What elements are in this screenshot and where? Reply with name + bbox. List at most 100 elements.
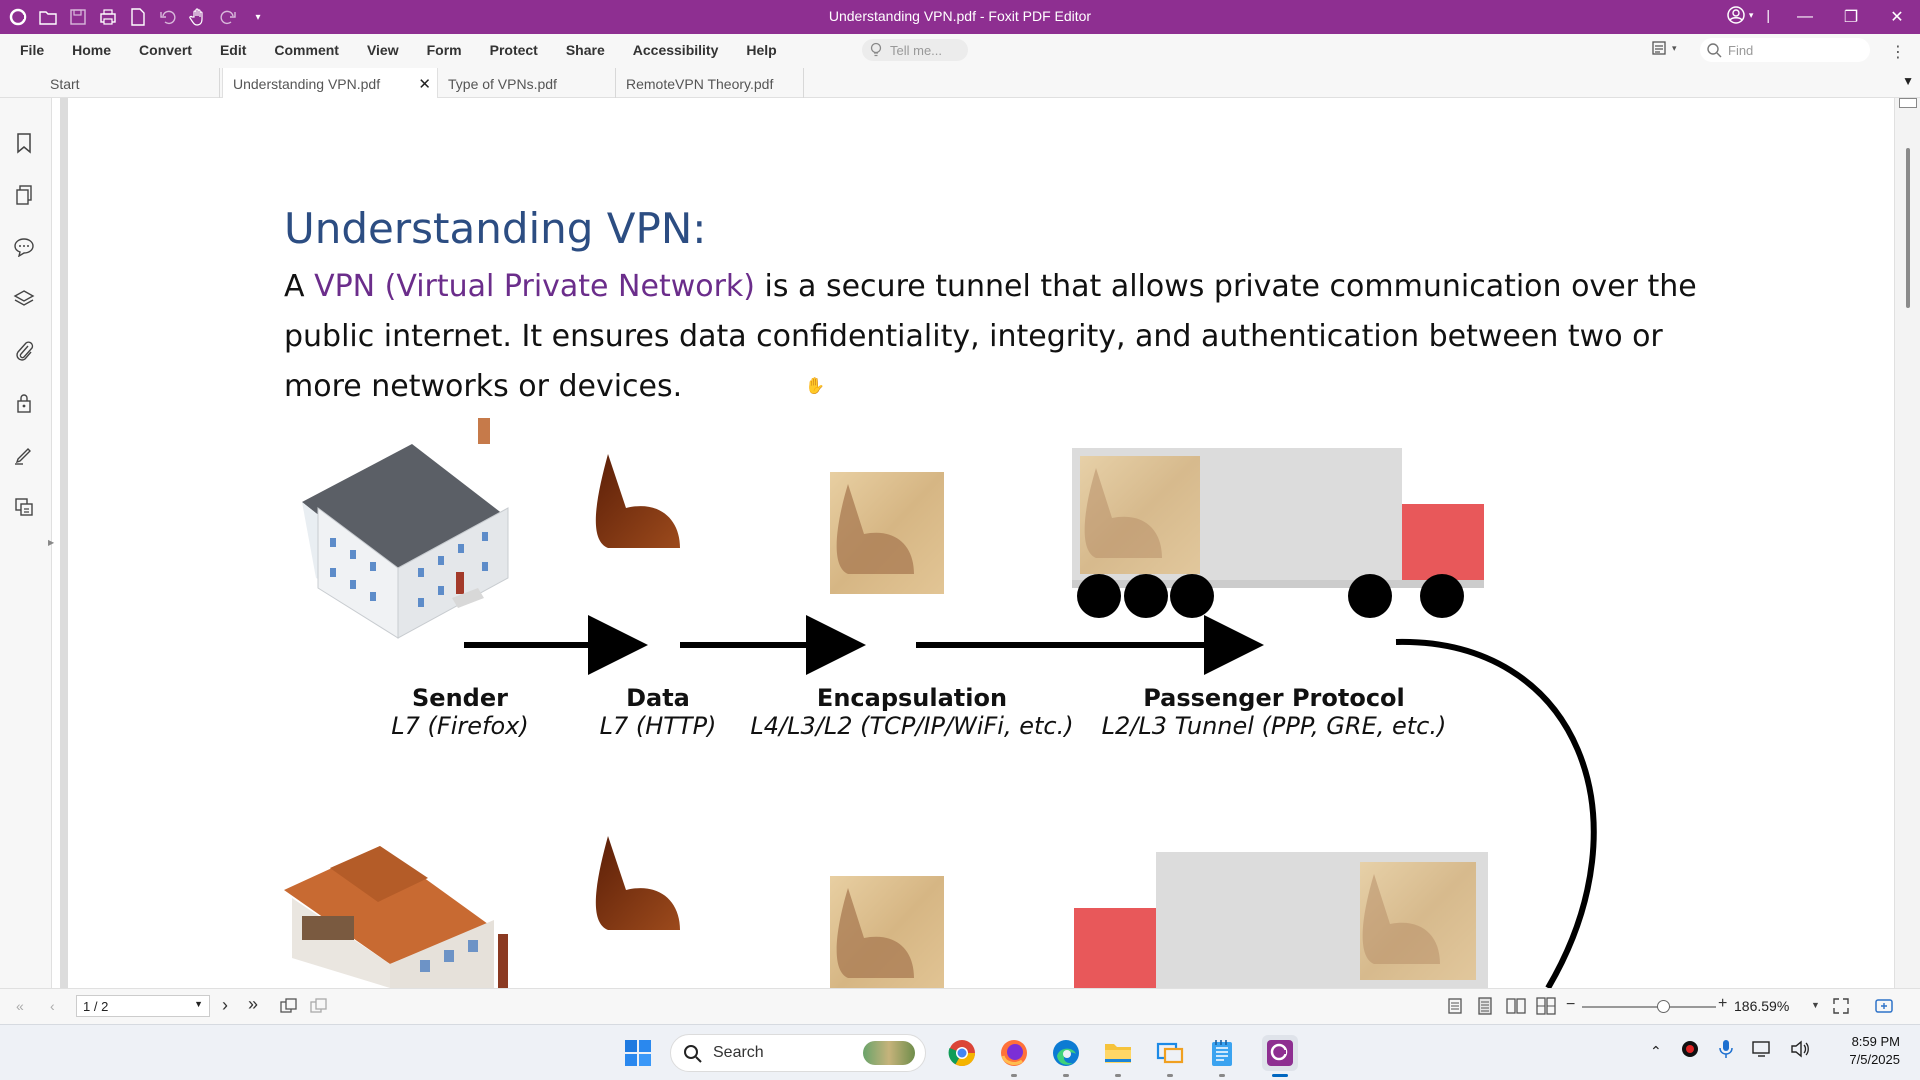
zoom-out-button[interactable]: − bbox=[1566, 996, 1575, 1014]
comments-icon[interactable] bbox=[11, 234, 37, 260]
encapsulation-box-2 bbox=[830, 876, 944, 988]
volume-icon[interactable] bbox=[1790, 1040, 1810, 1063]
menu-bar: File Home Convert Edit Comment View Form Protec… bbox=[0, 34, 1920, 66]
zoom-level[interactable]: 186.59% bbox=[1734, 998, 1789, 1014]
menu-home[interactable]: Home bbox=[58, 42, 125, 58]
lightbulb-icon bbox=[870, 42, 882, 57]
zoom-in-button[interactable]: + bbox=[1718, 995, 1727, 1013]
menu-comment[interactable]: Comment bbox=[260, 42, 353, 58]
minimize-button[interactable]: — bbox=[1782, 0, 1828, 34]
scrollbar-thumb[interactable] bbox=[1906, 148, 1910, 308]
tell-me-box[interactable]: Tell me... bbox=[862, 39, 968, 61]
stage-data-label: Data L7 (HTTP) bbox=[599, 684, 717, 740]
firefox-icon[interactable] bbox=[996, 1035, 1032, 1077]
expand-panel-icon[interactable]: ▶ bbox=[48, 538, 54, 547]
account-menu[interactable]: ▾ | bbox=[1726, 5, 1770, 25]
navigation-panel: ▶ bbox=[0, 98, 54, 988]
view-mode-dropdown[interactable]: ▾ bbox=[1652, 40, 1677, 56]
tab-list-dropdown-icon[interactable]: ▼ bbox=[1902, 74, 1914, 88]
fullscreen-icon[interactable] bbox=[1832, 997, 1850, 1020]
scroll-top-handle[interactable] bbox=[1899, 98, 1917, 108]
attachments-icon[interactable] bbox=[11, 338, 37, 364]
security-icon[interactable] bbox=[11, 390, 37, 416]
tab-understanding-vpn[interactable]: Understanding VPN.pdf ✕ bbox=[222, 68, 438, 98]
find-input[interactable]: Find bbox=[1700, 38, 1870, 62]
more-options-icon[interactable]: ⋮ bbox=[1890, 42, 1906, 62]
page-number-input[interactable]: 1 / 2 ▼ bbox=[76, 995, 210, 1017]
stage-passenger-protocol-label: Passenger Protocol L2/L3 Tunnel (PPP, GR… bbox=[1101, 684, 1447, 740]
menu-protect[interactable]: Protect bbox=[476, 42, 552, 58]
menu-form[interactable]: Form bbox=[413, 42, 476, 58]
search-icon bbox=[1707, 43, 1722, 58]
menu-file[interactable]: File bbox=[6, 42, 58, 58]
page-dropdown-icon: ▼ bbox=[194, 999, 203, 1009]
microphone-icon[interactable] bbox=[1718, 1039, 1734, 1064]
document-view[interactable]: Understanding VPN: A VPN (Virtual Privat… bbox=[68, 98, 1894, 988]
page-heading: Understanding VPN: bbox=[284, 204, 707, 253]
system-tray: ⌃ bbox=[1650, 1039, 1810, 1064]
zoom-dropdown-icon[interactable]: ▼ bbox=[1811, 1000, 1820, 1010]
show-hidden-icons-chevron[interactable]: ⌃ bbox=[1650, 1043, 1662, 1060]
menu-edit[interactable]: Edit bbox=[206, 42, 260, 58]
menu-accessibility[interactable]: Accessibility bbox=[619, 42, 733, 58]
encapsulation-box bbox=[830, 472, 944, 594]
stage-encapsulation-label: Encapsulation L4/L3/L2 (TCP/IP/WiFi, etc… bbox=[750, 684, 1074, 740]
vpn-term: VPN (Virtual Private Network) bbox=[314, 269, 756, 304]
passenger-truck bbox=[1072, 448, 1484, 618]
previous-page-icon[interactable]: ‹ bbox=[50, 998, 55, 1014]
windows-start-button[interactable] bbox=[624, 1039, 652, 1072]
zoom-slider-knob[interactable] bbox=[1657, 1000, 1670, 1013]
tab-type-of-vpns[interactable]: Type of VPNs.pdf bbox=[438, 68, 616, 98]
restore-button[interactable]: ❐ bbox=[1828, 0, 1874, 34]
data-shape bbox=[595, 454, 680, 548]
document-tabs: Start Understanding VPN.pdf ✕ Type of VP… bbox=[0, 66, 1920, 98]
notepad-icon[interactable] bbox=[1204, 1035, 1240, 1077]
facing-view-icon[interactable] bbox=[1506, 997, 1526, 1015]
bookmark-icon[interactable] bbox=[11, 130, 37, 156]
menu-view[interactable]: View bbox=[353, 42, 413, 58]
chrome-icon[interactable] bbox=[944, 1035, 980, 1071]
continuous-view-icon[interactable] bbox=[1476, 997, 1496, 1015]
data-shape-2 bbox=[595, 836, 680, 930]
next-view-icon[interactable] bbox=[310, 998, 328, 1019]
status-bar: « ‹ 1 / 2 ▼ › » − + 186.59% ▼ bbox=[0, 988, 1920, 1024]
close-tab-icon[interactable]: ✕ bbox=[418, 75, 431, 93]
tab-remotevpn-theory[interactable]: RemoteVPN Theory.pdf bbox=[616, 68, 804, 98]
vertical-scrollbar[interactable] bbox=[1894, 98, 1920, 988]
pages-icon[interactable] bbox=[11, 182, 37, 208]
compare-icon[interactable] bbox=[11, 494, 37, 520]
system-clock[interactable]: 8:59 PM 7/5/2025 bbox=[1836, 1034, 1900, 1067]
network-icon[interactable] bbox=[1752, 1040, 1772, 1063]
previous-view-icon[interactable] bbox=[280, 998, 298, 1019]
first-page-icon[interactable]: « bbox=[16, 998, 24, 1014]
intro-paragraph: A VPN (Virtual Private Network) is a sec… bbox=[284, 269, 1697, 404]
single-page-view-icon[interactable] bbox=[1446, 997, 1466, 1015]
remote-desktop-icon[interactable] bbox=[1152, 1035, 1188, 1077]
receiver-house-image bbox=[284, 846, 508, 988]
next-page-icon[interactable]: › bbox=[222, 995, 228, 1016]
edge-icon[interactable] bbox=[1048, 1035, 1084, 1077]
security-app-icon[interactable] bbox=[1680, 1039, 1700, 1064]
zoom-slider[interactable] bbox=[1582, 1006, 1716, 1008]
menu-share[interactable]: Share bbox=[552, 42, 619, 58]
sender-house-image bbox=[302, 418, 509, 639]
window-title: Understanding VPN.pdf - Foxit PDF Editor bbox=[828, 8, 1092, 24]
title-bar: ▾ Understanding VPN.pdf - Foxit PDF Edit… bbox=[0, 0, 1920, 34]
close-window-button[interactable]: ✕ bbox=[1874, 0, 1920, 34]
hand-cursor-icon: ✋ bbox=[805, 378, 825, 395]
menu-help[interactable]: Help bbox=[732, 42, 790, 58]
tab-start[interactable]: Start bbox=[40, 68, 220, 98]
page-edge bbox=[60, 98, 68, 988]
file-explorer-icon[interactable] bbox=[1100, 1035, 1136, 1077]
signature-icon[interactable] bbox=[11, 442, 37, 468]
taskbar-search-box[interactable]: Search bbox=[670, 1034, 926, 1072]
taskbar-search-icon bbox=[684, 1045, 702, 1063]
ribbon-toggle-icon: | bbox=[1766, 7, 1770, 23]
foxit-pdf-icon[interactable] bbox=[1262, 1035, 1298, 1077]
windows-taskbar: Search ⌃ 8:59 PM 7/5/2025 bbox=[0, 1024, 1920, 1080]
menu-convert[interactable]: Convert bbox=[125, 42, 206, 58]
continuous-facing-view-icon[interactable] bbox=[1536, 997, 1556, 1015]
last-page-icon[interactable]: » bbox=[248, 994, 258, 1015]
fit-view-icon[interactable] bbox=[1874, 997, 1894, 1020]
layers-icon[interactable] bbox=[11, 286, 37, 312]
